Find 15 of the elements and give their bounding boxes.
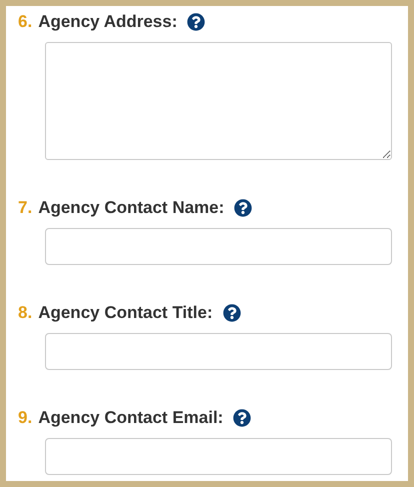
help-icon[interactable] bbox=[222, 304, 241, 322]
question-number: 8. bbox=[18, 303, 32, 323]
field-label: Agency Contact Title: bbox=[38, 303, 213, 323]
help-icon[interactable] bbox=[234, 199, 252, 217]
input-field[interactable] bbox=[45, 228, 392, 265]
help-icon[interactable] bbox=[187, 13, 206, 31]
question-number: 7. bbox=[18, 198, 32, 218]
question-number: 6. bbox=[18, 12, 32, 32]
question-number: 9. bbox=[18, 408, 32, 428]
help-icon[interactable] bbox=[233, 409, 252, 427]
input-field[interactable] bbox=[45, 438, 392, 475]
input-field[interactable] bbox=[45, 333, 392, 370]
field-label: Agency Contact Name: bbox=[38, 198, 224, 218]
field-label: Agency Address: bbox=[38, 12, 178, 32]
field-label: Agency Contact Email: bbox=[38, 408, 224, 428]
